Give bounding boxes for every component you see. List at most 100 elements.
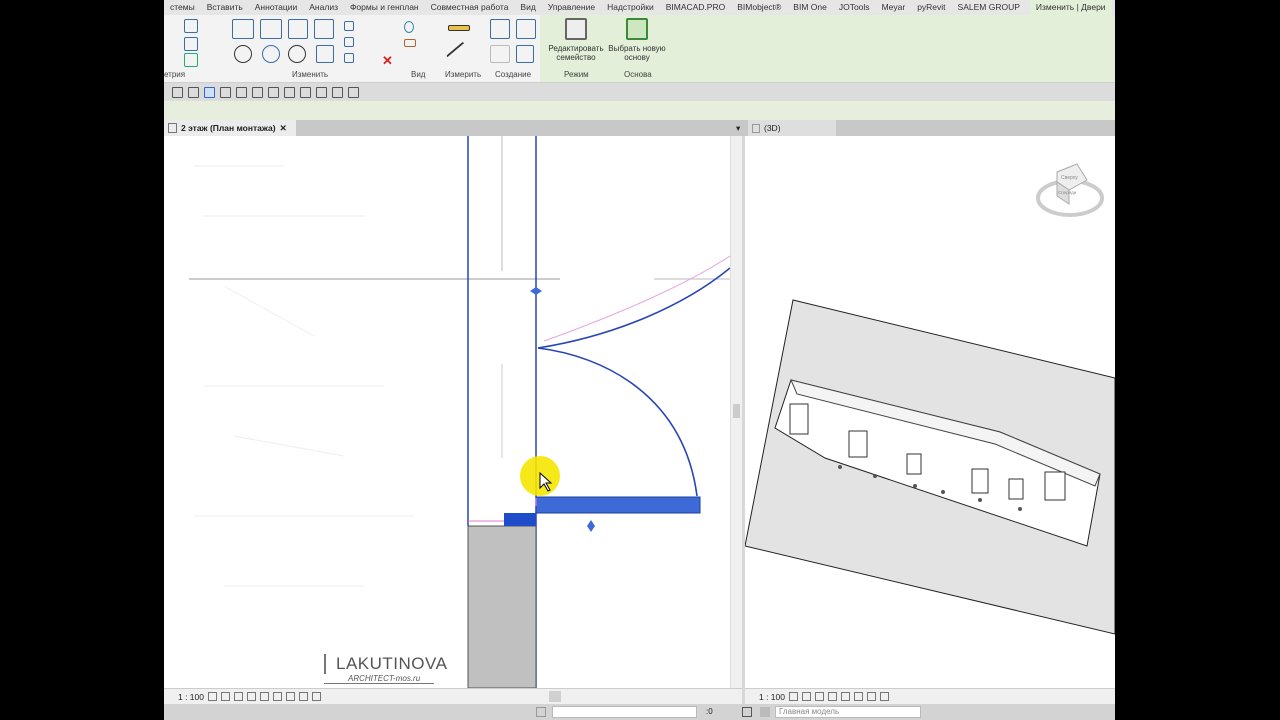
assembly-icon[interactable] — [516, 45, 534, 63]
horizontal-scrollbar-thumb[interactable] — [549, 691, 561, 702]
visual-style-icon[interactable] — [221, 692, 230, 701]
tab-systems[interactable]: стемы — [164, 0, 201, 15]
mirror-axis-icon[interactable] — [288, 19, 308, 39]
close-tab-button[interactable]: ✕ — [280, 123, 287, 134]
pin-icon[interactable] — [344, 53, 354, 63]
crop-icon[interactable] — [854, 692, 863, 701]
tab-salem[interactable]: SALEM GROUP — [952, 0, 1026, 15]
design-option-dropdown[interactable]: Главная модель — [775, 706, 921, 718]
tab-list-menu[interactable]: ▾ — [732, 120, 742, 136]
crop-icon[interactable] — [260, 692, 269, 701]
filter-count[interactable]: :0 — [706, 707, 713, 716]
door-frame[interactable] — [504, 513, 536, 526]
analytical-icon[interactable] — [312, 692, 321, 701]
home-icon[interactable] — [172, 86, 183, 98]
tab-manage[interactable]: Управление — [542, 0, 601, 15]
lock-3d-icon[interactable] — [867, 692, 876, 701]
copy-tool-icon[interactable] — [262, 45, 280, 63]
tab-meyar[interactable]: Meyar — [876, 0, 912, 15]
crop-visibility-icon[interactable] — [273, 692, 282, 701]
shadows-icon[interactable] — [247, 692, 256, 701]
shadows-icon[interactable] — [828, 692, 837, 701]
tab-jotools[interactable]: JOTools — [833, 0, 876, 15]
detail-level-icon[interactable] — [789, 692, 798, 701]
revit-window: стемы Вставить Аннотации Анализ Формы и … — [164, 0, 1115, 720]
quick-access-toolbar — [164, 83, 1115, 101]
panel-mode: Режим — [564, 70, 589, 79]
move-icon[interactable] — [234, 45, 252, 63]
mirror-draw-icon[interactable] — [314, 19, 334, 39]
panel-measure: Измерить — [445, 70, 482, 79]
sun-path-icon[interactable] — [234, 692, 243, 701]
split-icon[interactable] — [184, 37, 198, 51]
temp-hide-icon[interactable] — [880, 692, 889, 701]
detail-level-icon[interactable] — [208, 692, 217, 701]
paint-icon[interactable] — [184, 53, 198, 67]
flip-arrows-icon[interactable] — [530, 287, 542, 295]
section-icon[interactable] — [268, 86, 279, 98]
align-qa-icon[interactable] — [332, 86, 343, 98]
dimension-icon[interactable] — [448, 25, 470, 31]
3d-scale[interactable]: 1 : 100 — [759, 692, 785, 702]
status-bar: :0 Главная модель — [164, 704, 1115, 720]
3d-view-canvas[interactable]: Сверху Спереди — [744, 136, 1115, 688]
level-icon[interactable] — [316, 86, 327, 98]
measure-icon[interactable] — [446, 41, 472, 67]
tab-modify-doors[interactable]: Изменить | Двери — [1029, 0, 1112, 15]
plan-view-canvas[interactable]: LAKUTINOVA ARCHITECT-mos.ru — [164, 136, 742, 689]
delete-icon[interactable]: ✕ — [382, 53, 393, 69]
create-parts-icon[interactable] — [490, 45, 510, 63]
override-icon[interactable] — [404, 39, 416, 47]
panel-view: Вид — [411, 70, 426, 79]
create-group-icon[interactable] — [516, 19, 536, 39]
tab-analyze[interactable]: Анализ — [303, 0, 344, 15]
properties-icon[interactable] — [204, 86, 215, 98]
panel-modify: Изменить — [292, 70, 329, 79]
render-icon[interactable] — [841, 692, 850, 701]
door-panel[interactable] — [535, 496, 701, 514]
scale-icon[interactable] — [344, 37, 354, 47]
trim-icon[interactable] — [316, 45, 334, 63]
plan-scale[interactable]: 1 : 100 — [178, 692, 204, 702]
visual-style-icon[interactable] — [802, 692, 811, 701]
interior-partition — [1008, 478, 1024, 500]
tab-annotate[interactable]: Аннотации — [249, 0, 304, 15]
pick-new-host-button[interactable]: Выбрать новую основу — [602, 18, 672, 62]
switch-windows-icon[interactable] — [236, 86, 247, 98]
tab-plan-view[interactable]: 2 этаж (План монтажа) ✕ — [164, 120, 296, 136]
thin-lines-icon[interactable] — [220, 86, 231, 98]
rotate-icon[interactable] — [288, 45, 306, 63]
editable-only-icon[interactable] — [742, 707, 752, 717]
aligned-dim-icon[interactable] — [300, 86, 311, 98]
temp-hide-icon[interactable] — [286, 692, 295, 701]
edit-family-button[interactable]: Редактировать семейство — [541, 18, 611, 62]
tab-view[interactable]: Вид — [514, 0, 541, 15]
tab-3d-view[interactable]: (3D) — [748, 120, 836, 136]
create-similar-icon[interactable] — [490, 19, 510, 39]
viewcube[interactable]: Сверху Спереди — [1036, 163, 1104, 217]
worksets-icon[interactable] — [536, 707, 546, 717]
workset-dropdown[interactable] — [552, 706, 697, 718]
door-swing-thin — [543, 255, 731, 342]
tab-pyrevit[interactable]: pyRevit — [911, 0, 951, 15]
tab-bim-one[interactable]: BIM One — [787, 0, 833, 15]
sun-path-icon[interactable] — [815, 692, 824, 701]
array-icon[interactable] — [344, 21, 354, 31]
reveal-hidden-icon[interactable] — [299, 692, 308, 701]
tag-icon[interactable] — [284, 86, 295, 98]
tab-massing[interactable]: Формы и генплан — [344, 0, 425, 15]
offset-icon[interactable] — [260, 19, 282, 39]
customize-icon[interactable] — [348, 86, 359, 98]
tab-bimacad[interactable]: BIMACAD.PRO — [660, 0, 732, 15]
tab-insert[interactable]: Вставить — [201, 0, 249, 15]
hide-icon[interactable] — [404, 21, 414, 33]
align-icon[interactable] — [232, 19, 254, 39]
flip-facing-icon[interactable] — [587, 520, 595, 532]
copy-icon[interactable] — [184, 19, 198, 33]
tab-collaborate[interactable]: Совместная работа — [425, 0, 515, 15]
plan-vertical-scrollbar[interactable] — [730, 136, 742, 688]
measure-qa-icon[interactable] — [188, 86, 199, 98]
close-hidden-icon[interactable] — [252, 86, 263, 98]
tab-bimobject[interactable]: BIMobject® — [731, 0, 787, 15]
tab-addins[interactable]: Надстройки — [601, 0, 660, 15]
